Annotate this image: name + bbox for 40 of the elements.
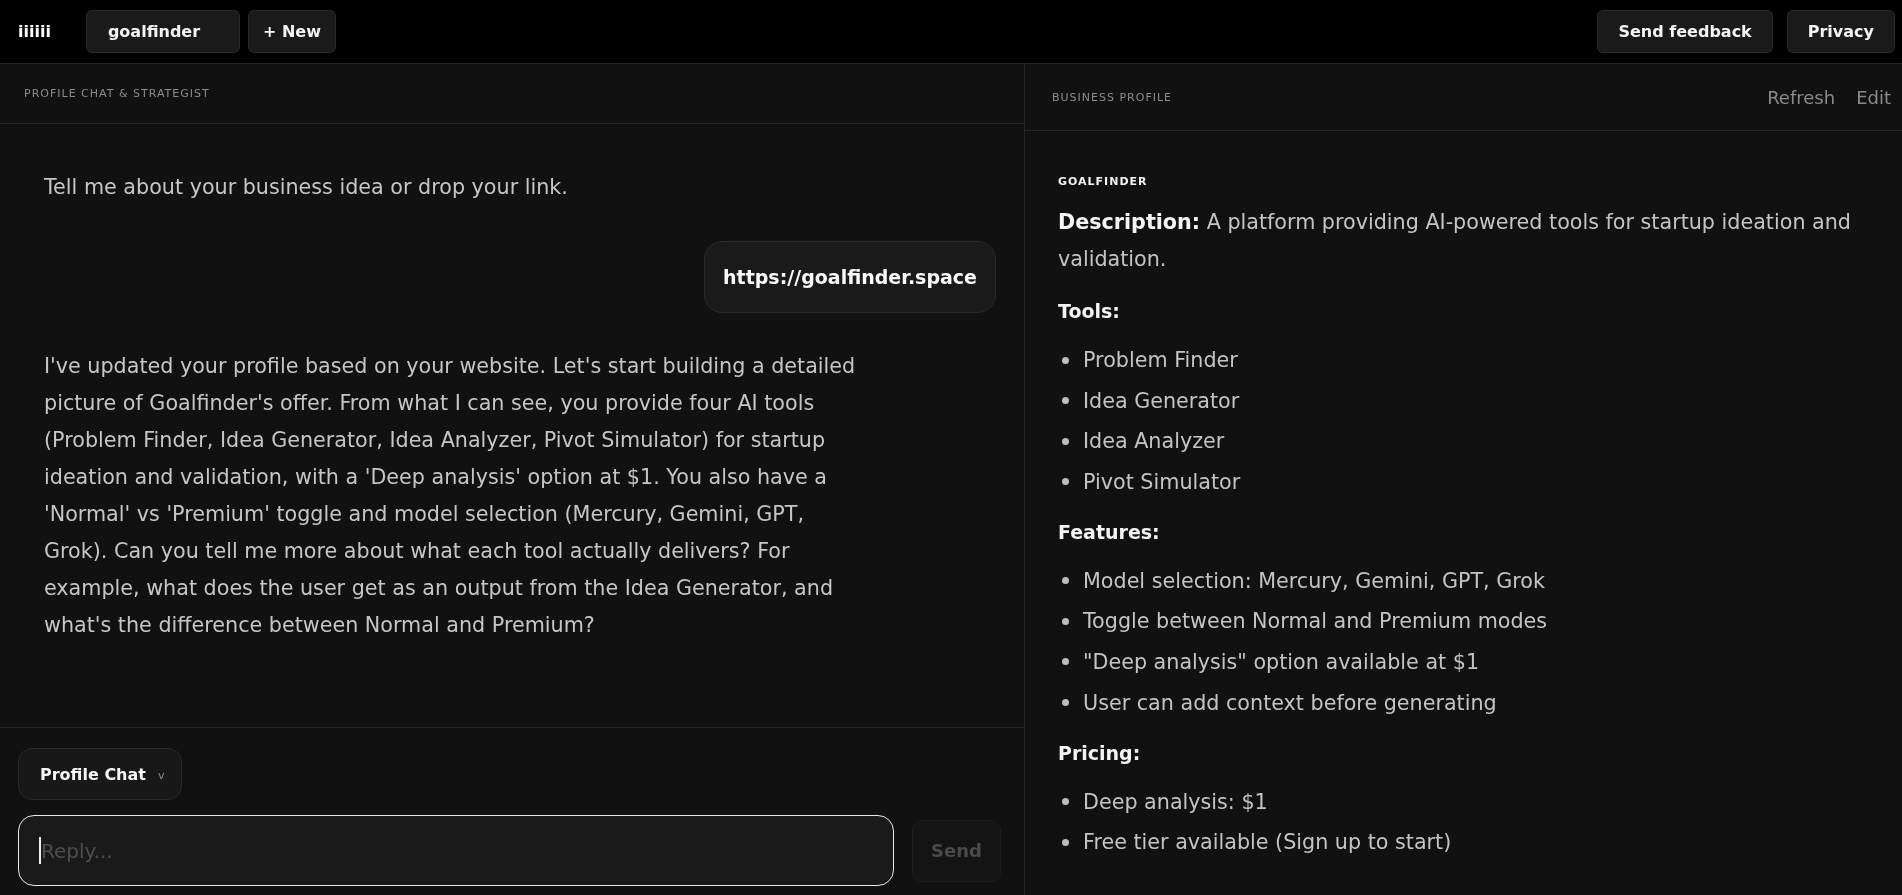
bullet-icon bbox=[1062, 617, 1069, 625]
profile-name: GOALFINDER bbox=[1058, 175, 1148, 189]
section-heading: Tools: bbox=[1058, 299, 1120, 324]
assistant-message: Tell me about your business idea or drop your link. bbox=[44, 174, 569, 201]
section-heading: Features: bbox=[1058, 519, 1160, 545]
panel-title: BUSINESS PROFILE bbox=[1052, 90, 1173, 104]
section-heading: Pricing: bbox=[1058, 740, 1141, 766]
bullet-icon bbox=[1062, 798, 1069, 806]
bullet-icon bbox=[1062, 658, 1069, 666]
bullet-icon bbox=[1062, 699, 1069, 707]
list-item: "Deep analysis" option available at $1 bbox=[1083, 648, 1480, 676]
header-link[interactable]: Refresh bbox=[1767, 86, 1836, 108]
app-logo[interactable]: iiiiii bbox=[18, 22, 51, 41]
panel-title: PROFILE CHAT & STRATEGIST bbox=[24, 87, 210, 100]
assistant-message: I've updated your profile based on your website. Let's start building a detailed picture of Goalfinder's offer. From what I can see, you provide four AI tools (Problem Finder, Idea Generator, Idea Analyzer, Pivot Simulator) for startup ideation and validation, with a 'Deep analysis' option at $1. You also have a 'Normal' vs 'Premium' toggle and model selection (Mercury, Gemini, GPT, Grok). Can you tell me more about what each tool actually delivers? For example, what does the user get as an output from the Idea Generator, and what's the difference between Normal and Premium? bbox=[44, 353, 857, 639]
list-item: Idea Generator bbox=[1083, 387, 1240, 415]
bullet-icon bbox=[1062, 397, 1069, 405]
user-message: https://goalfinder.space bbox=[704, 241, 996, 313]
list-item: Toggle between Normal and Premium modes bbox=[1083, 608, 1548, 636]
list-item: Model selection: Mercury, Gemini, GPT, Grok bbox=[1083, 567, 1545, 595]
bullet-icon bbox=[1062, 478, 1069, 486]
top-bar-button[interactable]: Privacy bbox=[1786, 10, 1895, 53]
list-item: Pivot Simulator bbox=[1083, 468, 1241, 496]
list-item: User can add context before generating bbox=[1083, 689, 1497, 717]
mode-dropdown[interactable]: Profile Chat v bbox=[18, 748, 183, 800]
header-link[interactable]: Edit bbox=[1856, 86, 1891, 108]
bullet-icon bbox=[1062, 577, 1069, 585]
list-item: Problem Finder bbox=[1083, 347, 1238, 374]
profile-description: Description: A platform providing AI-powered tools for startup ideation and validation. bbox=[1058, 209, 1852, 273]
caret-icon: v bbox=[157, 769, 165, 782]
new-button[interactable]: + New bbox=[247, 10, 336, 53]
text-cursor bbox=[39, 837, 41, 864]
top-bar-button[interactable]: Send feedback bbox=[1597, 10, 1773, 53]
list-item: Free tier available (Sign up to start) bbox=[1083, 829, 1452, 857]
list-item: Deep analysis: $1 bbox=[1083, 788, 1268, 816]
bullet-icon bbox=[1062, 838, 1069, 846]
project-name-field[interactable]: goalfinder bbox=[85, 10, 240, 53]
list-item: Idea Analyzer bbox=[1083, 428, 1225, 456]
bullet-icon bbox=[1062, 356, 1069, 364]
bullet-icon bbox=[1062, 437, 1069, 445]
